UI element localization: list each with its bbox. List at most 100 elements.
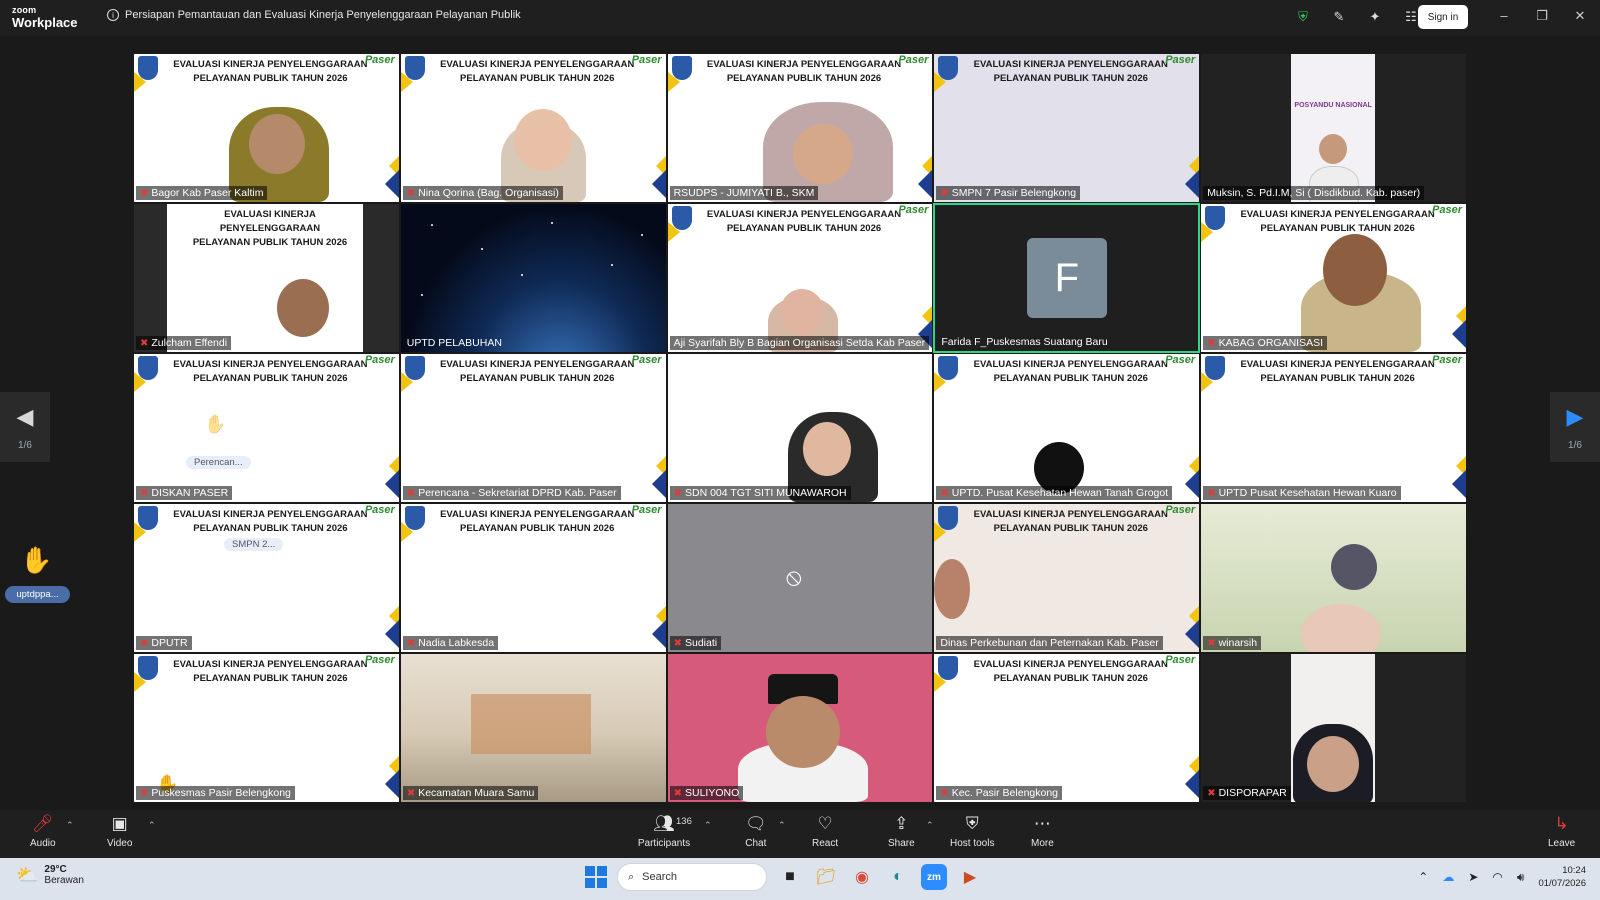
meeting-info[interactable]: i Persiapan Pemantauan dan Evaluasi Kine… (107, 9, 521, 21)
info-icon[interactable]: i (107, 9, 119, 21)
location-icon[interactable]: ➤ (1468, 870, 1478, 884)
audio-caret-icon[interactable]: ⌃ (66, 820, 74, 831)
edge-icon[interactable]: ◐ (885, 864, 911, 890)
participant-tile[interactable]: EVALUASI KINERJA PENYELENGGARAAN PELAYANA… (133, 503, 400, 653)
name-text: UPTD. Pusat Kesehatan Hewan Tanah Grogot (951, 487, 1169, 499)
leave-button[interactable]: ↳ Leave (1548, 814, 1575, 849)
participant-tile-active-speaker[interactable]: F Farida F_Puskesmas Suatang Baru (933, 203, 1201, 353)
participants-caret-icon[interactable]: ⌃ (704, 820, 712, 831)
taskbar-search[interactable]: ⌕ Search (617, 863, 767, 891)
participant-tile[interactable]: EVALUASI KINERJA PENYELENGGARAAN PELAYANA… (399, 353, 667, 503)
participant-tile[interactable]: POSYANDU NASIONAL Muksin, S. Pd.I.M, Si … (1200, 53, 1467, 203)
event-banner: EVALUASI KINERJA PENYELENGGARAAN PELAYANA… (667, 204, 933, 244)
name-text: UPTD PELABUHAN (406, 337, 502, 349)
participant-tile[interactable]: EVALUASI KINERJA PENYELENGGARAAN PELAYANA… (1200, 353, 1467, 503)
participant-tile[interactable]: ✖ DISPORAPAR (1200, 653, 1467, 803)
clock[interactable]: 10:24 01/07/2026 (1538, 864, 1586, 890)
name-text: Kec. Pasir Belengkong (951, 787, 1059, 799)
participant-tile[interactable]: EVALUASI KINERJA PENYELENGGARAAN PELAYANA… (1200, 203, 1467, 353)
close-icon[interactable]: ✕ (1572, 8, 1588, 24)
banner-title: EVALUASI KINERJA PENYELENGGARAAN (706, 59, 902, 70)
participant-tile[interactable]: EVALUASI KINERJA PENYELENGGARAAN PELAYANA… (133, 353, 400, 503)
os-taskbar: ⛅ 29°C Berawan ⌕ Search ■ 📁︎ ◉ ◐ zm ▶ ⌃ … (0, 858, 1600, 900)
sparkle-icon[interactable]: ✦ (1366, 8, 1384, 26)
share-button[interactable]: ⇪ Share (888, 814, 915, 849)
participant-name: ✖ SMPN 7 Pasir Belengkong (936, 186, 1081, 200)
participant-name: ✖ KABAG ORGANISASI (1203, 336, 1328, 350)
minimize-icon[interactable]: – (1496, 8, 1512, 23)
sign-in-button[interactable]: Sign in (1418, 5, 1468, 29)
participant-name: ✖ Bagor Kab Paser Kaltim (136, 186, 268, 200)
title-bar: zoom Workplace i Persiapan Pemantauan da… (0, 0, 1600, 36)
participant-tile[interactable]: EVALUASI KINERJA PENYELENGGARAAN PELAYANA… (133, 53, 400, 203)
raised-hand-name[interactable]: uptdppa... (5, 586, 70, 603)
chat-caret-icon[interactable]: ⌃ (778, 820, 786, 831)
share-caret-icon[interactable]: ⌃ (926, 820, 934, 831)
event-banner: EVALUASI KINERJA PENYELENGGARAAN PELAYANA… (934, 654, 1200, 694)
participant-tile[interactable]: EVALUASI KINERJA PENYELENGGARAAN PELAYANA… (666, 203, 934, 353)
participant-name: Muksin, S. Pd.I.M, Si ( Disdikbud. Kab. … (1203, 186, 1425, 200)
video-label: Video (107, 838, 133, 849)
participant-tile[interactable]: EVALUASI KINERJA PENYELENGGARAAN PELAYANA… (933, 503, 1201, 653)
weather-widget[interactable]: ⛅ 29°C Berawan (16, 864, 84, 886)
participant-tile[interactable]: EVALUASI KINERJA PENYELENGGARAAN PELAYANA… (933, 53, 1201, 203)
file-explorer-icon[interactable]: 📁︎ (813, 864, 839, 890)
shield-icon[interactable]: ⛨ (1294, 8, 1312, 26)
chevron-up-icon[interactable]: ⌃ (1418, 870, 1428, 884)
banner-brand: Paser (364, 354, 395, 366)
wifi-icon[interactable]: ◠ (1492, 870, 1502, 884)
onedrive-icon[interactable]: ☁ (1442, 870, 1454, 884)
participant-tile[interactable]: EVALUASI KINERJA PENYELENGGARAAN PELAYANA… (133, 203, 400, 353)
pen-icon[interactable]: ✎ (1330, 8, 1348, 26)
host-tools-button[interactable]: ⛨ Host tools (950, 814, 994, 849)
next-page-button[interactable]: ▶ 1/6 (1550, 392, 1600, 462)
previous-page-button[interactable]: ◀ 1/6 (0, 392, 50, 462)
participant-tile[interactable]: EVALUASI KINERJA PENYELENGGARAAN PELAYANA… (933, 653, 1201, 803)
participant-tile[interactable]: UPTD PELABUHAN (399, 203, 667, 353)
participant-tile[interactable]: ⦸ ✖ Sudiati (666, 503, 934, 653)
participant-tile[interactable]: ESMI SEKRETARIAT DAERAH KABUPA ✖SDN 004 … (666, 353, 934, 503)
banner-title: EVALUASI KINERJA PENYELENGGARAAN (973, 659, 1168, 670)
participant-name: ✖ Zulcham Effendi (136, 336, 232, 350)
chat-button[interactable]: 🗨︎ Chat (745, 814, 767, 849)
participant-tile[interactable]: EVALUASI KINERJA PENYELENGGARAAN PELAYANA… (666, 53, 934, 203)
participant-tile[interactable]: EVALUASI KINERJA PENYELENGGARAAN PELAYANA… (933, 353, 1201, 503)
more-label: More (1031, 838, 1054, 849)
name-text: Bagor Kab Paser Kaltim (151, 187, 264, 199)
more-button[interactable]: ⋯ More (1031, 814, 1054, 849)
mic-muted-icon: ✖ (406, 787, 416, 799)
powerpoint-icon[interactable]: ▶ (957, 864, 983, 890)
participant-tile[interactable]: ✖ Kecamatan Muara Samu (399, 653, 667, 803)
meeting-toolbar: 🎤︎ Audio ⌃ ▣ Video ⌃ 👥︎ 136 Participants… (0, 810, 1600, 858)
restore-icon[interactable]: ❐ (1534, 8, 1550, 24)
name-text: Nadia Labkesda (418, 637, 495, 649)
volume-icon[interactable]: 🔊︎ (1517, 870, 1525, 885)
name-text: Zulcham Effendi (151, 337, 228, 349)
react-button[interactable]: ♡ React (812, 814, 838, 849)
page-indicator-right: 1/6 (1568, 439, 1582, 451)
mic-muted-icon: ✖ (940, 487, 949, 499)
event-banner: EVALUASI KINERJA PENYELENGGARAAN PELAYANA… (1201, 354, 1466, 394)
participant-tile[interactable]: ✖ winarsih (1200, 503, 1467, 653)
participant-name: Aji Syarifah Bly B Bagian Organisasi Set… (669, 336, 930, 350)
participant-tile[interactable]: EVALUASI KINERJA PENYELENGGARAAN PELAYANA… (399, 53, 667, 203)
name-text: Muksin, S. Pd.I.M, Si ( Disdikbud. Kab. … (1207, 187, 1421, 199)
chrome-icon[interactable]: ◉ (849, 864, 875, 890)
windows-start-icon[interactable] (585, 866, 607, 888)
banner-brand: Paser (1432, 204, 1462, 216)
participant-tile[interactable]: EVALUASI KINERJA PENYELENGGARAAN PELAYANA… (399, 503, 667, 653)
video-caret-icon[interactable]: ⌃ (148, 820, 156, 831)
name-text: Kecamatan Muara Samu (418, 787, 535, 799)
video-button[interactable]: ▣ Video (107, 814, 132, 849)
mic-muted-icon: ✖ (406, 637, 416, 649)
participant-tile[interactable]: ✖ SULIYONO (666, 653, 934, 803)
participants-button[interactable]: 👥︎ 136 Participants (636, 814, 692, 849)
meeting-title: Persiapan Pemantauan dan Evaluasi Kinerj… (125, 9, 521, 21)
zoom-app-icon[interactable]: zm (921, 864, 947, 890)
audio-button[interactable]: 🎤︎ Audio (30, 814, 56, 849)
face (779, 289, 824, 335)
participant-tile[interactable]: EVALUASI KINERJA PENYELENGGARAAN PELAYANA… (133, 653, 400, 803)
event-banner: EVALUASI KINERJA PENYELENGGARAAN PELAYANA… (934, 504, 1200, 544)
banner-brand: Paser (364, 654, 395, 666)
task-view-icon[interactable]: ■ (777, 864, 803, 890)
